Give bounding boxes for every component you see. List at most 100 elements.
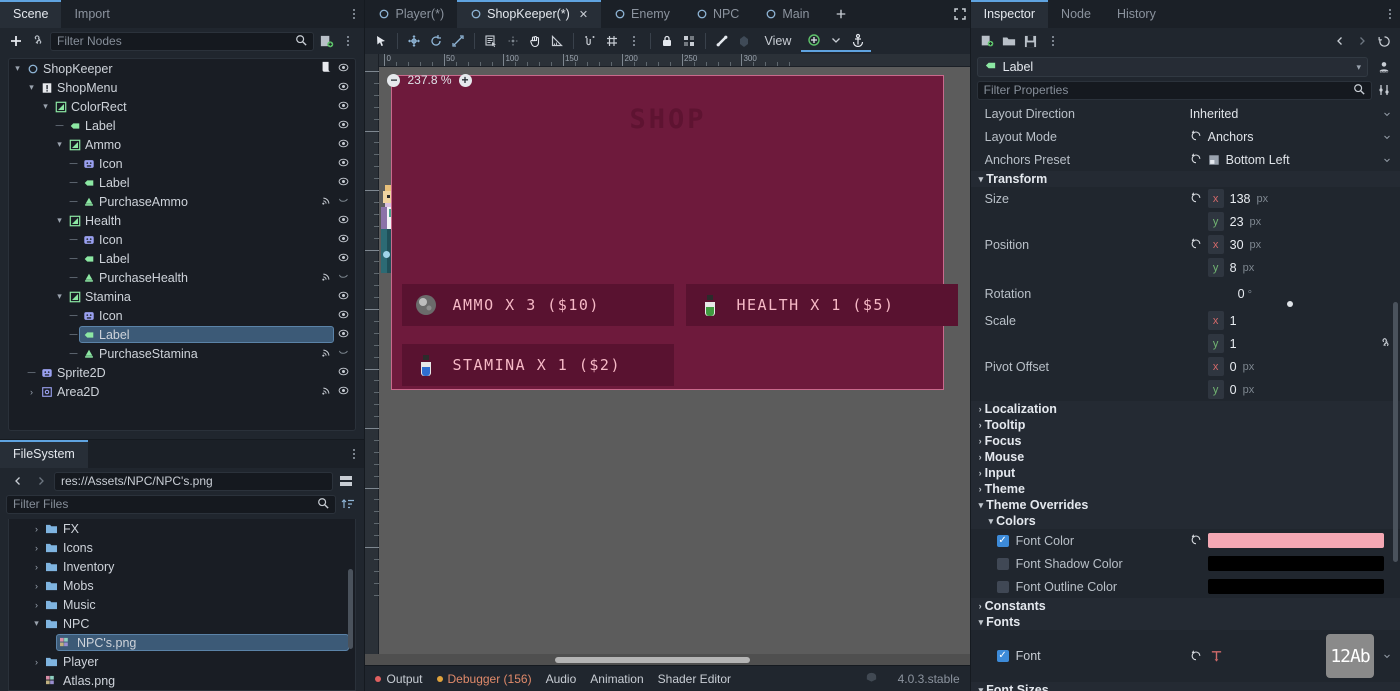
signal-connection-icon[interactable]	[321, 195, 332, 209]
canvas-horizontal-scrollbar[interactable]	[365, 654, 970, 665]
filesystem-file-tree[interactable]: › FX › Icons › Inventory › Mobs › Music ▾ NPC NPC's.…	[8, 519, 357, 691]
property-settings-icon[interactable]	[1374, 80, 1394, 100]
visibility-eye-icon[interactable]	[338, 62, 349, 76]
color-swatch[interactable]	[1207, 556, 1385, 571]
chevron-down-icon[interactable]	[1382, 132, 1392, 142]
scene-tab-npc[interactable]: NPC	[683, 0, 752, 28]
tab-node[interactable]: Node	[1048, 0, 1104, 28]
scene-tree-row[interactable]: ▾ ShopMenu	[9, 78, 355, 97]
chevron-down-icon[interactable]	[1382, 155, 1392, 165]
visibility-eye-icon[interactable]	[338, 81, 349, 95]
plus-icon[interactable]	[6, 31, 26, 51]
kebab-menu-icon[interactable]	[344, 4, 364, 24]
category-fonts[interactable]: ▾ Fonts	[970, 614, 1400, 630]
property-value[interactable]: 1	[1230, 314, 1237, 328]
scene-tree-row[interactable]: ▾ ShopKeeper	[9, 59, 355, 78]
kebab-menu-icon[interactable]	[344, 444, 364, 464]
shop-colorrect[interactable]: SHOP AMMO X 3 ($10) HEALTH X 1 ($5) STAMIN…	[391, 75, 959, 390]
scene-tree-row[interactable]: ─ Label	[9, 249, 355, 268]
property-value[interactable]: 0	[1230, 360, 1237, 374]
bottom-panel-shader[interactable]: Shader Editor	[658, 672, 731, 686]
category-focus[interactable]: › Focus	[970, 433, 1400, 449]
node-curve-icon[interactable]	[338, 347, 349, 361]
rotate-mode-icon[interactable]	[426, 31, 446, 51]
tab-import[interactable]: Import	[61, 0, 122, 28]
view-menu-button[interactable]: View	[756, 34, 799, 48]
twisty-icon[interactable]: ›	[979, 404, 982, 414]
twisty-icon[interactable]: ▾	[31, 618, 42, 629]
revert-icon[interactable]	[1190, 237, 1202, 252]
filesystem-row[interactable]: › Player	[9, 652, 355, 671]
twisty-icon[interactable]: ›	[31, 581, 42, 591]
scene-tree-row[interactable]: ▾ ColorRect	[9, 97, 355, 116]
instance-child-scene-icon[interactable]	[28, 31, 48, 51]
category-constants[interactable]: › Constants	[970, 598, 1400, 614]
category-font-sizes[interactable]: ▾ Font Sizes	[970, 682, 1400, 691]
visibility-eye-icon[interactable]	[338, 157, 349, 171]
override-checkbox[interactable]	[996, 534, 1009, 547]
inspector-scrollbar[interactable]	[1393, 302, 1399, 562]
twisty-icon[interactable]: ›	[979, 601, 982, 611]
scene-tree-row[interactable]: ─ PurchaseStamina	[9, 344, 355, 363]
vector-property-row[interactable]: Scale x 1	[971, 309, 1400, 332]
bottom-panel-audio[interactable]: Audio	[546, 672, 577, 686]
filesystem-row[interactable]: › Icons	[9, 538, 355, 557]
twisty-icon[interactable]: ▾	[979, 617, 984, 628]
property-row[interactable]: Layout Direction Inherited	[971, 102, 1400, 125]
category-mouse[interactable]: › Mouse	[970, 449, 1400, 465]
distraction-free-icon[interactable]	[950, 4, 970, 24]
scene-tab-player[interactable]: Player(*)	[365, 0, 457, 28]
visibility-eye-icon[interactable]	[338, 290, 349, 304]
ruler-mode-icon[interactable]	[547, 31, 567, 51]
zoom-in-icon[interactable]: +	[458, 73, 472, 87]
twisty-icon[interactable]: ▾	[12, 63, 23, 74]
twisty-icon[interactable]: ›	[26, 387, 37, 397]
chevron-right-icon[interactable]	[1352, 31, 1372, 51]
twisty-icon[interactable]: ▾	[979, 174, 984, 185]
scene-tab-main[interactable]: Main	[752, 0, 822, 28]
property-row[interactable]: Anchors Preset Bottom Left	[971, 148, 1400, 171]
skeleton-bone-icon[interactable]	[712, 31, 732, 51]
override-checkbox[interactable]	[996, 580, 1009, 593]
filesystem-row[interactable]: NPC's.png	[9, 633, 355, 652]
twisty-icon[interactable]: ›	[979, 436, 982, 446]
color-swatch[interactable]	[1207, 579, 1385, 594]
bottom-panel-output[interactable]: Output	[375, 672, 423, 686]
inspector-properties[interactable]: Layout Direction Inherited Layout Mode Anch…	[970, 102, 1400, 691]
node-curve-icon[interactable]	[338, 271, 349, 285]
color-override-row[interactable]: Font Outline Color	[971, 575, 1400, 598]
rotation-property-row[interactable]: Rotation 0 °	[971, 279, 1400, 309]
kebab-menu-icon[interactable]	[338, 31, 358, 51]
folder-open-icon[interactable]	[999, 31, 1019, 51]
category-transform[interactable]: ▾ Transform	[970, 171, 1400, 187]
bottom-panel-animation[interactable]: Animation	[590, 672, 643, 686]
revert-icon[interactable]	[1190, 649, 1202, 664]
filesystem-scrollbar[interactable]	[348, 569, 354, 649]
visibility-eye-icon[interactable]	[338, 252, 349, 266]
shop-item[interactable]: HEALTH X 1 ($5)	[686, 284, 959, 326]
property-value[interactable]: 8	[1230, 261, 1237, 275]
shop-item[interactable]: AMMO X 3 ($10)	[402, 284, 675, 326]
pan-mode-icon[interactable]	[525, 31, 545, 51]
property-value[interactable]: 1	[1230, 337, 1237, 351]
scene-tree-row[interactable]: ─ Icon	[9, 230, 355, 249]
vector-property-row[interactable]: y1	[971, 332, 1400, 355]
history-icon[interactable]	[1374, 31, 1394, 51]
override-checkbox[interactable]	[996, 557, 1009, 570]
scene-tree-row[interactable]: ▾ Health	[9, 211, 355, 230]
visibility-eye-icon[interactable]	[338, 385, 349, 399]
bottom-panel-debugger[interactable]: Debugger (156)	[436, 672, 532, 686]
canvas-2d[interactable]: − 237.8 % + SHOP AMMO X 3 ($10) HEALTH X…	[379, 67, 970, 654]
revert-icon[interactable]	[1190, 152, 1202, 167]
filter-properties-input[interactable]: Filter Properties	[976, 80, 1373, 100]
move-mode-icon[interactable]	[404, 31, 424, 51]
visibility-eye-icon[interactable]	[338, 214, 349, 228]
chevron-left-icon[interactable]	[1330, 31, 1350, 51]
toggle-split-mode-icon[interactable]	[336, 471, 356, 491]
twisty-icon[interactable]: ›	[979, 484, 982, 494]
snap-mode-icon[interactable]	[580, 31, 600, 51]
new-resource-icon[interactable]	[977, 31, 997, 51]
twisty-icon[interactable]: ›	[31, 657, 42, 667]
lock-icon[interactable]	[657, 31, 677, 51]
filter-nodes-input[interactable]: Filter Nodes	[50, 31, 315, 51]
